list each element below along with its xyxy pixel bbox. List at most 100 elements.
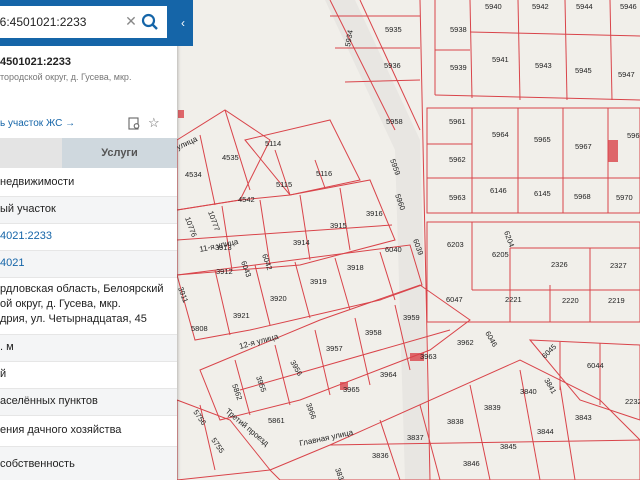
parcel-number-label[interactable]: 3959 xyxy=(403,313,420,322)
parcel-number-label[interactable]: 5965 xyxy=(534,135,551,144)
parcel-number-label[interactable]: 5940 xyxy=(485,2,502,11)
detail-row: ения дачного хозяйства xyxy=(0,416,177,447)
detail-value: ения дачного хозяйства xyxy=(0,424,122,436)
parcel-number-label[interactable]: 3912 xyxy=(216,267,233,276)
parcel-number-label[interactable]: 3843 xyxy=(575,413,592,422)
parcel-number-label[interactable]: 3919 xyxy=(310,277,327,286)
parcel-number-label[interactable]: 2219 xyxy=(608,296,625,305)
detail-value: ый участок xyxy=(0,203,56,215)
parcel-number-label[interactable]: 3836 xyxy=(372,451,389,460)
parcel-number-label[interactable]: 3918 xyxy=(347,263,364,272)
parcel-number-label[interactable]: 2220 xyxy=(562,296,579,305)
parcel-number-label[interactable]: 3845 xyxy=(500,442,517,451)
parcel-number-label[interactable]: 5943 xyxy=(535,61,552,70)
parcel-number-label[interactable]: 5861 xyxy=(268,416,285,425)
detail-link[interactable]: 4021:2233 xyxy=(0,229,52,244)
parcel-number-label[interactable]: 3840 xyxy=(520,387,537,396)
parcel-number-label[interactable]: 6040 xyxy=(385,245,402,254)
parcel-number-label[interactable]: 3957 xyxy=(326,344,343,353)
parcel-number-label[interactable]: 5964 xyxy=(492,130,509,139)
parcel-number-label[interactable]: 5935 xyxy=(385,25,402,34)
parcel-number-label[interactable]: 5941 xyxy=(492,55,509,64)
detail-link[interactable]: 4021 xyxy=(0,256,24,271)
detail-value: аселённых пунктов xyxy=(0,395,98,407)
search-bar: ✕ xyxy=(0,0,177,46)
detail-value: недвижимости xyxy=(0,176,75,188)
parcel-number-label[interactable]: 5962 xyxy=(449,155,466,164)
parcel-number-label[interactable]: 3921 xyxy=(233,311,250,320)
parcel-number-label[interactable]: 5968 xyxy=(574,192,591,201)
parcel-number-label[interactable]: 5939 xyxy=(450,63,467,72)
detail-row: . м xyxy=(0,335,177,362)
parcel-number-label[interactable]: 6205 xyxy=(492,250,509,259)
parcel-number-label[interactable]: 3965 xyxy=(343,385,360,394)
document-search-icon[interactable] xyxy=(128,117,141,130)
parcel-number-label[interactable]: 3962 xyxy=(457,338,474,347)
parcel-number-label[interactable]: 3846 xyxy=(463,459,480,468)
parcel-number-label[interactable]: 6044 xyxy=(587,361,604,370)
detail-row: й xyxy=(0,362,177,389)
parcel-number-label[interactable]: 3914 xyxy=(293,238,310,247)
detail-row: собственность xyxy=(0,447,177,480)
close-icon[interactable]: ✕ xyxy=(124,12,138,30)
parcel-subtitle: тородской округ, д. Гусева, мкр. xyxy=(0,72,132,82)
parcel-number-label[interactable]: 5946 xyxy=(620,2,637,11)
parcel-number-label[interactable]: 5938 xyxy=(450,25,467,34)
detail-value: й xyxy=(0,368,7,380)
parcel-number-label[interactable]: 3916 xyxy=(366,209,383,218)
parcel-number-label[interactable]: 5942 xyxy=(532,2,549,11)
search-input[interactable] xyxy=(0,6,120,38)
parcel-number-label[interactable]: 3915 xyxy=(330,221,347,230)
parcel-number-label[interactable]: 5944 xyxy=(576,2,593,11)
parcel-number-label[interactable]: 5945 xyxy=(575,66,592,75)
parcel-number-label[interactable]: 5115 xyxy=(276,180,292,189)
parcel-number-label[interactable]: 2221 xyxy=(505,295,522,304)
parcel-number-label[interactable]: 2232 xyxy=(625,397,640,406)
parcel-number-label[interactable]: 6047 xyxy=(446,295,463,304)
parcel-number-label[interactable]: 6146 xyxy=(490,186,507,195)
detail-value: . м xyxy=(0,341,14,353)
chevron-left-icon: ‹ xyxy=(181,16,185,30)
parcel-number-label[interactable]: 3838 xyxy=(447,417,464,426)
parcel-number-label[interactable]: 3963 xyxy=(420,352,437,361)
parcel-number-label[interactable]: 5116 xyxy=(316,169,332,178)
detail-row: аселённых пунктов xyxy=(0,389,177,416)
parcel-number-label[interactable]: 5958 xyxy=(386,117,403,126)
parcel-title: 4501021:2233 xyxy=(0,56,71,68)
collapse-panel-button[interactable]: ‹ xyxy=(177,0,193,46)
parcel-number-label[interactable]: 5947 xyxy=(618,70,635,79)
tab-services[interactable]: Услуги xyxy=(62,138,177,168)
parcel-number-label[interactable]: 3844 xyxy=(537,427,554,436)
parcel-number-label[interactable]: 3964 xyxy=(380,370,397,379)
parcel-number-label[interactable]: 6145 xyxy=(534,189,551,198)
parcel-number-label[interactable]: 5967 xyxy=(575,142,592,151)
detail-value: собственность xyxy=(0,458,75,470)
parcel-number-label[interactable]: 5808 xyxy=(191,324,208,333)
parcel-number-label[interactable]: 5961 xyxy=(449,117,466,126)
parcel-number-label[interactable]: 2326 xyxy=(551,260,568,269)
parcel-number-label[interactable]: 5936 xyxy=(384,61,401,70)
parcel-type-link[interactable]: ь участок ЖС → xyxy=(0,118,75,129)
parcel-number-label[interactable]: 5969 xyxy=(627,131,640,140)
tab-bar: Услуги xyxy=(0,138,177,168)
parcel-number-label[interactable]: 5114 xyxy=(265,139,281,148)
star-icon[interactable]: ☆ xyxy=(148,116,161,129)
parcel-number-label[interactable]: 3958 xyxy=(365,328,382,337)
parcel-number-label[interactable]: 3920 xyxy=(270,294,287,303)
detail-row-address: рдловская область, Белоярский ой округ, … xyxy=(0,278,177,335)
parcel-number-label[interactable]: 5970 xyxy=(616,193,633,202)
search-icon[interactable] xyxy=(141,13,159,31)
parcel-number-label[interactable]: 4542 xyxy=(238,195,255,204)
parcel-number-label[interactable]: 3839 xyxy=(484,403,501,412)
detail-row: недвижимости xyxy=(0,170,177,197)
parcel-number-label[interactable]: 3837 xyxy=(407,433,424,442)
detail-row: 4021:2233 xyxy=(0,224,177,251)
detail-row: 4021 xyxy=(0,251,177,278)
parcel-number-label[interactable]: 5963 xyxy=(449,193,466,202)
parcel-number-label[interactable]: 4535 xyxy=(222,153,239,162)
parcel-number-label[interactable]: 2327 xyxy=(610,261,627,270)
search-box: ✕ xyxy=(0,6,167,38)
parcel-number-label[interactable]: 4534 xyxy=(185,170,202,179)
parcel-number-label[interactable]: 6203 xyxy=(447,240,464,249)
info-panel: ✕ 4501021:2233 тородской округ, д. Гусев… xyxy=(0,0,177,480)
